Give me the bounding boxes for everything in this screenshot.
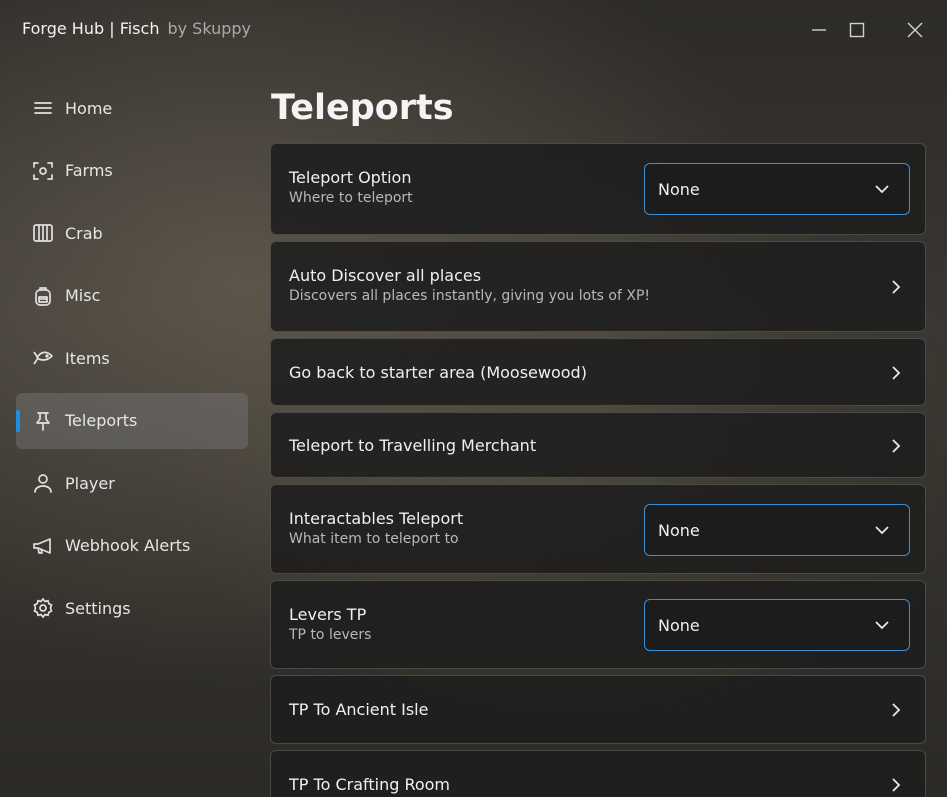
card-text: Teleport to Travelling Merchant — [289, 436, 536, 455]
fish-icon — [32, 347, 54, 369]
page-title: Teleports — [271, 88, 454, 128]
sidebar-item-label: Items — [65, 348, 110, 368]
sidebar-item-settings[interactable]: Settings — [16, 580, 248, 636]
menu-icon — [32, 97, 54, 119]
teleport-option-dropdown[interactable]: None — [644, 163, 910, 215]
card-description: Where to teleport — [289, 190, 413, 206]
chevron-right-icon — [889, 703, 903, 717]
sidebar-item-teleports[interactable]: Teleports — [16, 392, 248, 449]
scan-icon — [32, 160, 54, 182]
card-text: Interactables Teleport What item to tele… — [289, 509, 463, 547]
app-window: Forge Hub | Fisch by Skuppy Home Farms C… — [0, 0, 947, 797]
card-levers-tp: Levers TP TP to levers None — [270, 580, 926, 669]
card-title: Levers TP — [289, 605, 367, 624]
dropdown-value: None — [658, 179, 700, 199]
minimize-button[interactable] — [803, 14, 835, 46]
card-ancient-isle[interactable]: TP To Ancient Isle — [270, 675, 926, 744]
card-title: Go back to starter area (Moosewood) — [289, 363, 587, 382]
card-text: Teleport Option Where to teleport — [289, 168, 413, 206]
card-title: Auto Discover all places — [289, 266, 482, 285]
chevron-right-icon — [889, 366, 903, 380]
chevron-down-icon — [875, 526, 889, 535]
cage-icon — [32, 222, 54, 244]
sidebar-item-player[interactable]: Player — [16, 455, 248, 511]
card-title: Teleport to Travelling Merchant — [289, 436, 537, 455]
chevron-down-icon — [875, 621, 889, 630]
card-crafting-room[interactable]: TP To Crafting Room — [270, 750, 926, 797]
sidebar-item-label: Teleports — [65, 411, 138, 430]
sidebar-item-crab[interactable]: Crab — [16, 205, 248, 261]
sidebar-item-label: Settings — [65, 598, 131, 618]
sidebar-item-home[interactable]: Home — [16, 80, 248, 136]
window-title: Forge Hub | Fisch by Skuppy — [22, 19, 251, 38]
pin-icon — [32, 410, 54, 432]
card-title: TP To Crafting Room — [289, 775, 451, 794]
gear-icon — [32, 597, 54, 619]
title-bar: Forge Hub | Fisch by Skuppy — [0, 0, 947, 60]
card-text: Levers TP TP to levers — [289, 605, 371, 643]
interactables-dropdown[interactable]: None — [644, 504, 910, 556]
close-icon — [907, 22, 923, 38]
sidebar-item-label: Crab — [65, 223, 103, 243]
chevron-down-icon — [875, 185, 889, 194]
card-starter-area[interactable]: Go back to starter area (Moosewood) — [270, 338, 926, 406]
card-text: TP To Crafting Room — [289, 775, 450, 794]
card-text: Go back to starter area (Moosewood) — [289, 363, 587, 382]
sidebar-item-webhook-alerts[interactable]: Webhook Alerts — [16, 518, 248, 574]
chevron-right-icon — [889, 778, 903, 792]
card-interactables-teleport: Interactables Teleport What item to tele… — [270, 484, 926, 574]
sidebar-item-farms[interactable]: Farms — [16, 143, 248, 199]
backpack-icon — [32, 285, 54, 307]
sidebar-item-label: Home — [65, 98, 113, 118]
megaphone-icon — [32, 535, 54, 557]
card-description: What item to teleport to — [289, 531, 459, 547]
card-auto-discover[interactable]: Auto Discover all places Discovers all p… — [270, 241, 926, 332]
card-title: TP To Ancient Isle — [289, 700, 429, 719]
levers-dropdown[interactable]: None — [644, 599, 910, 651]
minimize-icon — [812, 29, 826, 31]
app-author: by Skuppy — [167, 19, 252, 38]
sidebar-item-misc[interactable]: Misc — [16, 268, 248, 324]
sidebar-item-label: Webhook Alerts — [65, 536, 191, 555]
sidebar-item-label: Player — [65, 473, 115, 493]
card-text: TP To Ancient Isle — [289, 700, 428, 719]
sidebar-item-label: Misc — [65, 286, 101, 305]
maximize-icon — [849, 22, 865, 38]
chevron-right-icon — [889, 439, 903, 453]
dropdown-value: None — [658, 520, 700, 540]
card-teleport-option: Teleport Option Where to teleport None — [270, 143, 926, 235]
user-icon — [32, 472, 54, 494]
close-button[interactable] — [899, 14, 931, 46]
settings-list: Teleport Option Where to teleport None A… — [270, 143, 926, 797]
card-description: TP to levers — [289, 627, 372, 643]
dropdown-value: None — [658, 615, 700, 635]
sidebar-item-label: Farms — [65, 161, 113, 180]
chevron-right-icon — [889, 280, 903, 294]
sidebar-item-items[interactable]: Items — [16, 330, 248, 386]
card-title: Interactables Teleport — [289, 509, 464, 528]
card-text: Auto Discover all places Discovers all p… — [289, 266, 650, 304]
card-travelling-merchant[interactable]: Teleport to Travelling Merchant — [270, 412, 926, 478]
card-description: Discovers all places instantly, giving y… — [289, 288, 651, 304]
maximize-button[interactable] — [841, 14, 873, 46]
app-title: Forge Hub | Fisch — [22, 19, 160, 38]
active-indicator — [16, 409, 20, 432]
card-title: Teleport Option — [289, 168, 412, 187]
sidebar: Home Farms Crab Misc Items Teleports Pla… — [16, 80, 248, 643]
